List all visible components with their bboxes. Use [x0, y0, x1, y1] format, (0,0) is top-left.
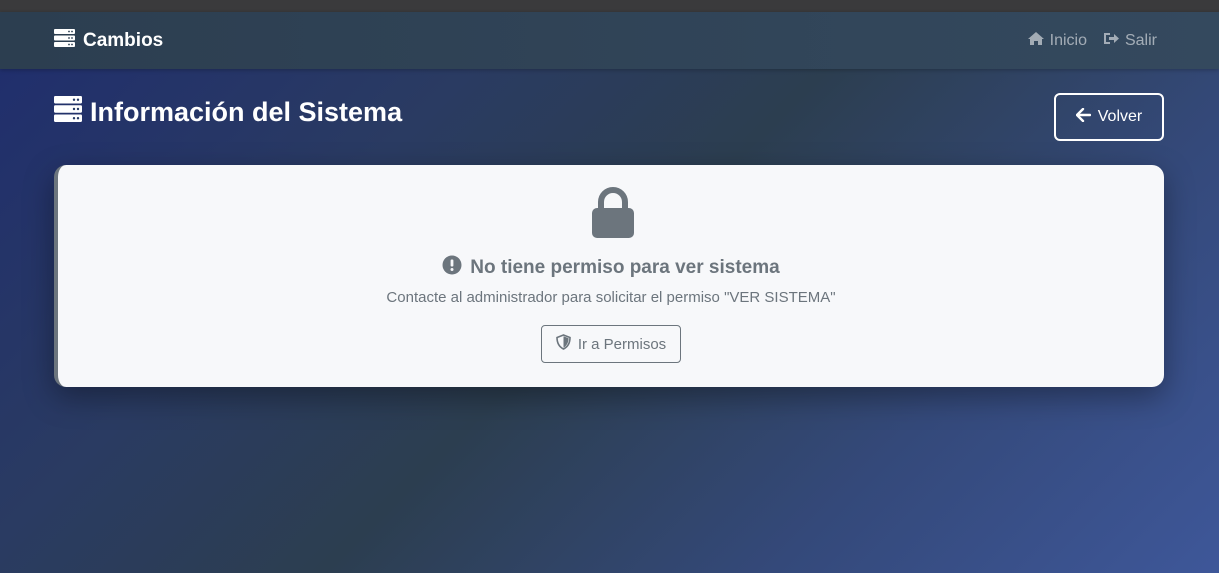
arrow-left-icon	[1075, 107, 1091, 127]
permission-alert-card: No tiene permiso para ver sistema Contac…	[54, 165, 1164, 387]
server-icon	[54, 28, 75, 53]
navbar-links: Inicio Salir	[1027, 12, 1157, 69]
page-title: Información del Sistema	[54, 96, 402, 129]
lock-icon	[590, 187, 636, 239]
navbar-brand[interactable]: Cambios	[54, 12, 163, 69]
shield-icon	[556, 334, 571, 354]
home-icon	[1027, 31, 1045, 51]
server-icon	[54, 96, 82, 129]
exclamation-circle-icon	[442, 255, 462, 281]
sign-out-icon	[1103, 31, 1120, 51]
alert-title: No tiene permiso para ver sistema	[58, 255, 1164, 281]
alert-message: Contacte al administrador para solicitar…	[386, 289, 836, 306]
back-button-label: Volver	[1097, 108, 1143, 125]
nav-link-inicio[interactable]: Inicio	[1027, 31, 1087, 51]
nav-link-label: Inicio	[1049, 31, 1087, 49]
back-button[interactable]: Volver	[1054, 93, 1164, 141]
window-top-strip	[0, 0, 1219, 12]
go-to-permissions-label: Ir a Permisos	[577, 335, 667, 353]
alert-title-label: No tiene permiso para ver sistema	[470, 257, 780, 278]
navbar: Cambios Inicio Salir	[0, 12, 1219, 69]
nav-link-salir[interactable]: Salir	[1103, 31, 1157, 51]
page-title-label: Información del Sistema	[90, 97, 403, 127]
nav-link-label: Salir	[1124, 31, 1157, 49]
go-to-permissions-button[interactable]: Ir a Permisos	[541, 325, 681, 363]
navbar-brand-label: Cambios	[83, 29, 164, 51]
